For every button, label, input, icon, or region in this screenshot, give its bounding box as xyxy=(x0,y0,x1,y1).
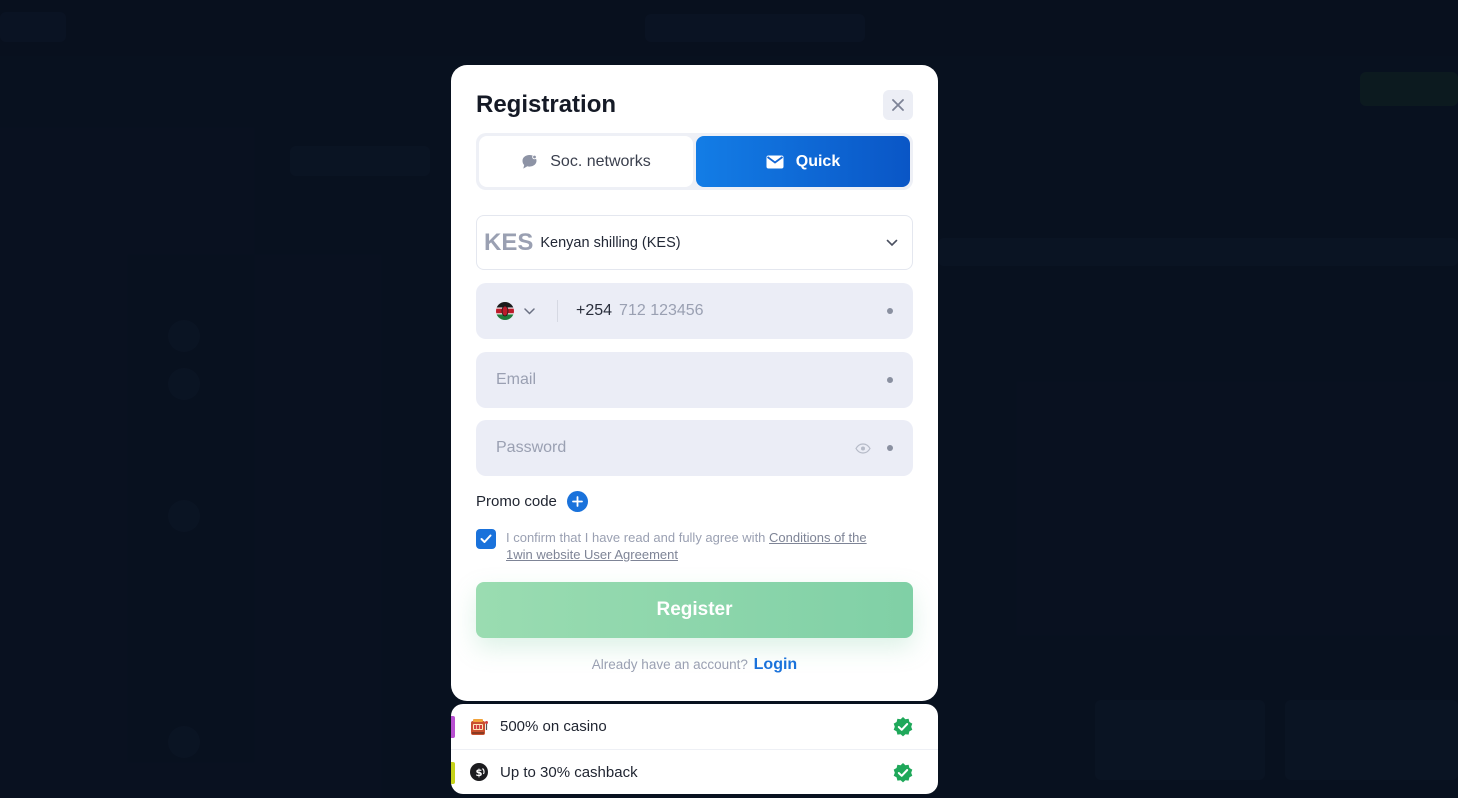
slot-machine-icon xyxy=(469,717,489,737)
currency-select[interactable]: KES Kenyan shilling (KES) xyxy=(476,215,913,270)
required-indicator xyxy=(887,377,893,383)
email-field xyxy=(476,352,913,408)
envelope-icon xyxy=(766,155,784,168)
bonus-item: 500% on casino xyxy=(451,704,938,749)
tab-soc-networks[interactable]: Soc. networks xyxy=(479,136,693,187)
register-button[interactable]: Register xyxy=(476,582,913,638)
svg-text:$: $ xyxy=(476,768,483,779)
agreement-text-prefix: I confirm that I have read and fully agr… xyxy=(506,530,770,545)
password-field xyxy=(476,420,913,476)
checkmark-icon xyxy=(480,534,492,543)
agreement: I confirm that I have read and fully agr… xyxy=(476,529,896,563)
login-prompt-row: Already have an account? Login xyxy=(451,656,938,674)
bonus-label: Up to 30% cashback xyxy=(500,763,638,781)
phone-input[interactable] xyxy=(619,302,877,320)
agreement-text: I confirm that I have read and fully agr… xyxy=(506,529,896,563)
verified-check-icon xyxy=(892,762,914,784)
promo-code-toggle[interactable]: Promo code xyxy=(476,491,588,512)
chevron-down-icon xyxy=(886,239,898,246)
bonus-label: 500% on casino xyxy=(500,718,607,735)
registration-tabs: Soc. networks Quick xyxy=(476,133,913,190)
registration-modal: Registration Soc. networks Quick KES Ken… xyxy=(451,65,938,701)
chat-bubble-icon xyxy=(522,154,538,169)
agreement-checkbox[interactable] xyxy=(476,529,496,549)
login-link[interactable]: Login xyxy=(754,656,798,673)
currency-name: Kenyan shilling (KES) xyxy=(540,234,681,251)
verified-check-icon xyxy=(892,716,914,738)
modal-title: Registration xyxy=(476,91,617,118)
currency-code: KES xyxy=(484,228,534,256)
kenya-flag-icon[interactable] xyxy=(496,302,514,320)
divider xyxy=(557,300,558,322)
cashback-coin-icon: $ xyxy=(469,762,489,782)
email-input[interactable] xyxy=(496,371,877,389)
required-indicator xyxy=(887,445,893,451)
phone-field: +254 xyxy=(476,283,913,339)
login-prompt: Already have an account? xyxy=(591,657,748,672)
required-indicator xyxy=(887,308,893,314)
eye-icon[interactable] xyxy=(855,442,871,454)
tab-quick[interactable]: Quick xyxy=(696,136,910,187)
tab-quick-label: Quick xyxy=(795,152,841,170)
close-icon xyxy=(892,99,904,111)
chevron-down-icon[interactable] xyxy=(524,307,535,315)
bonus-accent-bar xyxy=(451,716,455,738)
close-button[interactable] xyxy=(883,90,913,120)
promo-code-label: Promo code xyxy=(476,493,557,510)
plus-icon[interactable] xyxy=(566,491,588,512)
phone-prefix: +254 xyxy=(576,302,613,319)
password-input[interactable] xyxy=(496,439,855,457)
tab-soc-networks-label: Soc. networks xyxy=(550,152,651,170)
bonuses-card: 500% on casino $ Up to 30% cashback xyxy=(451,704,938,794)
bonus-item: $ Up to 30% cashback xyxy=(451,749,938,794)
bonus-accent-bar xyxy=(451,762,455,784)
